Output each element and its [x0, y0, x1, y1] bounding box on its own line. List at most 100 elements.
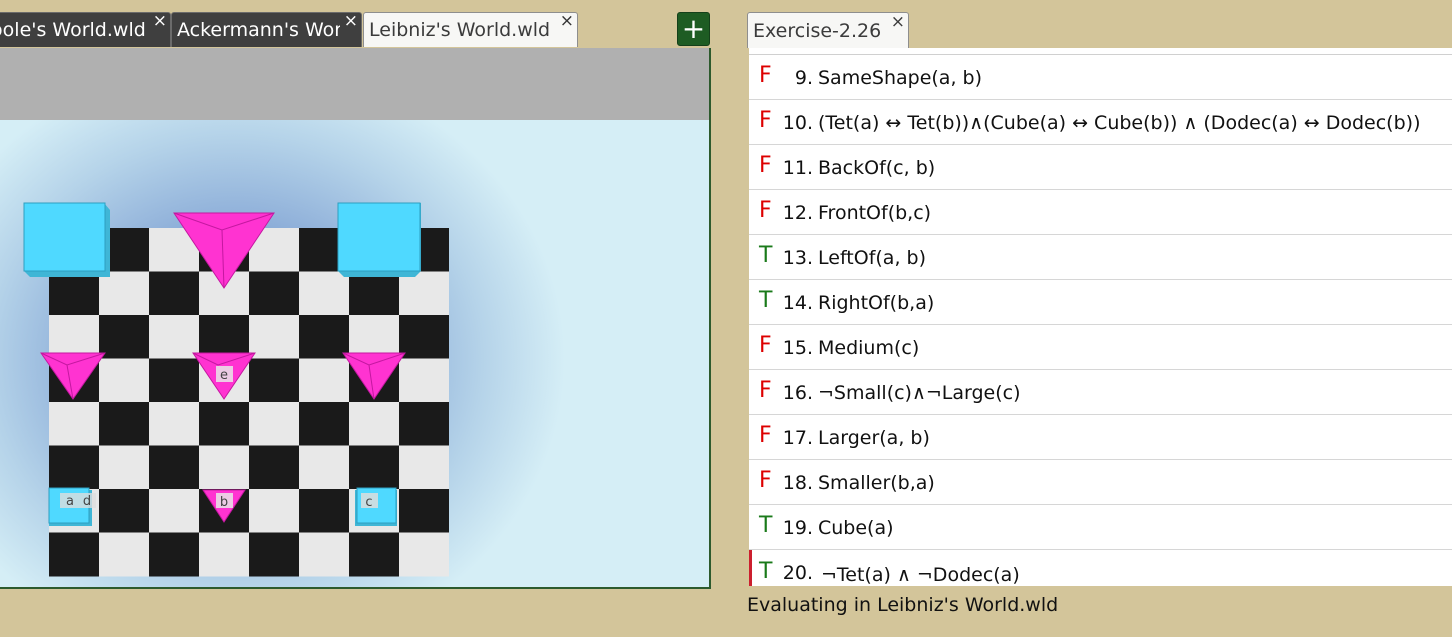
close-icon[interactable]: ×: [891, 4, 905, 40]
board-square: [249, 358, 299, 403]
board-square: [249, 532, 299, 577]
board-square: [149, 532, 199, 577]
sentence-row[interactable]: F 16. ¬Small(c)∧¬Large(c): [749, 370, 1452, 415]
board-square: [249, 315, 299, 359]
sentence-number: 11.: [782, 157, 813, 179]
board-square: [149, 315, 199, 359]
sentence-row[interactable]: T 20. ¬Tet(a) ∧ ¬Dodec(a): [749, 550, 1452, 586]
board-square: [299, 532, 349, 577]
false-indicator: F: [759, 468, 772, 493]
board-square: [99, 358, 149, 403]
small-cube-c[interactable]: c: [355, 487, 397, 526]
sentence-row[interactable]: F 18. Smaller(b,a): [749, 460, 1452, 505]
label-d: d: [83, 494, 91, 509]
sentence-row[interactable]: F 15. Medium(c): [749, 325, 1452, 370]
tab-label: Leibniz's World.wld: [369, 19, 551, 41]
world-canvas[interactable]: e a d b c: [0, 120, 709, 587]
board-square: [349, 445, 399, 490]
large-cube-right[interactable]: [337, 202, 421, 277]
board-square: [99, 532, 149, 577]
false-indicator: F: [759, 333, 772, 358]
sentence-row[interactable]: F 17. Larger(a, b): [749, 415, 1452, 460]
true-indicator: T: [759, 288, 773, 313]
sentence-number: 17.: [782, 427, 813, 449]
board-square: [49, 402, 99, 446]
chessboard[interactable]: e a d b c: [0, 120, 711, 587]
sentence-formula: Medium(c): [818, 337, 920, 359]
board-square: [249, 402, 299, 446]
board-square: [49, 315, 99, 359]
sentence-formula: ¬Small(c)∧¬Large(c): [818, 382, 1021, 404]
sentence-row[interactable]: F 10. (Tet(a) ↔ Tet(b))∧(Cube(a) ↔ Cube(b)…: [749, 100, 1452, 145]
add-world-button[interactable]: +: [677, 12, 710, 46]
sentence-row[interactable]: F 11. BackOf(c, b): [749, 145, 1452, 190]
tab-exercise[interactable]: Exercise-2.26 ×: [747, 12, 909, 48]
tab-label: Ackermann's World.wld: [177, 19, 361, 41]
sentence-number: 14.: [782, 292, 813, 314]
sentence-row[interactable]: T 13. LeftOf(a, b): [749, 235, 1452, 280]
sentence-formula: SameShape(a, b): [818, 67, 983, 89]
sentence-number: 10.: [782, 112, 813, 134]
label-a: a: [66, 494, 74, 509]
sentence-number: 19.: [782, 517, 813, 539]
close-icon[interactable]: ×: [560, 13, 574, 39]
sentence-formula: (Tet(a) ↔ Tet(b))∧(Cube(a) ↔ Cube(b)) ∧ …: [818, 112, 1421, 134]
board-square: [49, 271, 99, 316]
board-square: [349, 402, 399, 446]
board-square: [99, 315, 149, 359]
sentence-row[interactable]: F 12. FrontOf(b,c): [749, 190, 1452, 235]
board-square: [149, 445, 199, 490]
tab-booles-world[interactable]: Boole's World.wld ×: [0, 12, 171, 47]
tab-ackermanns-world[interactable]: Ackermann's World.wld ×: [171, 12, 362, 47]
board-square: [249, 445, 299, 490]
list-top-strip: [749, 48, 1452, 55]
board-square: [299, 315, 349, 359]
false-indicator: F: [759, 198, 772, 223]
board-square: [299, 402, 349, 446]
world-tab-bar: Boole's World.wld × Ackermann's World.wl…: [0, 12, 712, 48]
board-square: [149, 358, 199, 403]
sentence-formula: ¬Tet(a) ∧ ¬Dodec(a): [821, 564, 1020, 586]
tab-label: Boole's World.wld: [0, 19, 146, 41]
board-square: [399, 445, 449, 490]
board-square: [299, 358, 349, 403]
board-square: [299, 489, 349, 533]
status-text: Evaluating in Leibniz's World.wld: [747, 594, 1059, 616]
sentence-number: 18.: [782, 472, 813, 494]
sentence-row[interactable]: F 9. SameShape(a, b): [749, 55, 1452, 100]
sentence-formula: Larger(a, b): [818, 427, 930, 449]
board-square: [149, 489, 199, 533]
sentence-row[interactable]: T 14. RightOf(b,a): [749, 280, 1452, 325]
board-square: [99, 271, 149, 316]
board-square: [249, 271, 299, 316]
sentence-number: 16.: [782, 382, 813, 404]
close-icon[interactable]: ×: [339, 13, 358, 39]
close-icon[interactable]: ×: [148, 13, 167, 39]
board-square: [199, 315, 249, 359]
board-square: [349, 532, 399, 577]
tab-leibniz-world[interactable]: Leibniz's World.wld ×: [363, 12, 578, 47]
board-square: [349, 315, 399, 359]
false-indicator: F: [759, 423, 772, 448]
large-cube-left[interactable]: [23, 202, 110, 277]
sentence-formula: FrontOf(b,c): [818, 202, 932, 224]
sentence-formula: RightOf(b,a): [818, 292, 935, 314]
sentence-number: 20.: [782, 562, 813, 584]
sentence-formula: LeftOf(a, b): [818, 247, 926, 269]
label-b: b: [220, 495, 228, 510]
tab-label: Exercise-2.26: [753, 20, 882, 42]
small-cube-a-d[interactable]: a d: [48, 487, 96, 526]
sentence-row[interactable]: T 19. Cube(a): [749, 505, 1452, 550]
sentence-list[interactable]: F 9. SameShape(a, b) F 10. (Tet(a) ↔ Tet(b))∧…: [749, 48, 1452, 586]
label-e: e: [220, 368, 228, 383]
sentence-formula: BackOf(c, b): [818, 157, 936, 179]
false-indicator: F: [759, 153, 772, 178]
world-panel: e a d b c: [0, 48, 711, 589]
board-square: [149, 402, 199, 446]
board-square: [399, 402, 449, 446]
sentence-number: 13.: [782, 247, 813, 269]
true-indicator: T: [759, 513, 773, 538]
true-indicator: T: [759, 559, 773, 584]
world-toolbar: [0, 48, 709, 120]
sentence-formula: Cube(a): [818, 517, 894, 539]
